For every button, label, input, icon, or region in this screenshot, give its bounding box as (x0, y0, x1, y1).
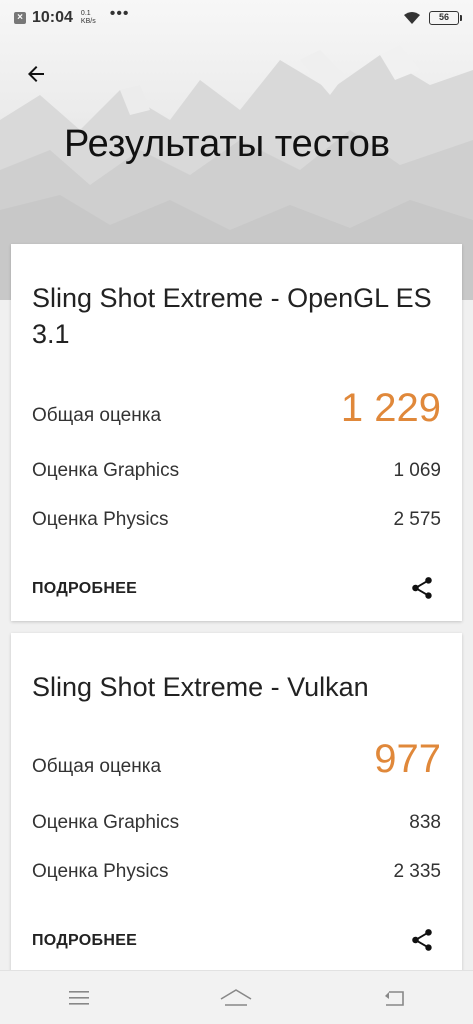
details-button[interactable]: ПОДРОБНЕЕ (32, 580, 137, 598)
physics-score-row: Оценка Physics 2 575 (32, 509, 441, 531)
back-button[interactable] (20, 58, 52, 90)
nav-home-button[interactable] (206, 976, 266, 1020)
total-score-value: 977 (374, 737, 441, 781)
graphics-score-label: Оценка Graphics (32, 460, 180, 481)
menu-icon (68, 990, 89, 1005)
battery-level: 56 (438, 12, 449, 22)
details-button[interactable]: ПОДРОБНЕЕ (32, 932, 137, 950)
physics-score-value: 2 335 (393, 861, 441, 882)
arrow-left-icon (28, 66, 44, 82)
total-score-label: Общая оценка (32, 756, 162, 777)
physics-score-label: Оценка Physics (32, 861, 169, 882)
page-title: Результаты тестов (64, 123, 391, 165)
total-score-value: 1 229 (340, 386, 441, 430)
share-icon (412, 577, 432, 599)
result-card: Sling Shot Extreme - Vulkan Общая оценка… (11, 633, 462, 973)
result-card: Sling Shot Extreme - OpenGL ES 3.1 Общая… (11, 244, 462, 621)
share-button[interactable] (408, 926, 436, 954)
graphics-score-value: 1 069 (393, 460, 441, 481)
nav-back-button[interactable] (364, 976, 424, 1020)
total-score-label: Общая оценка (32, 405, 162, 426)
physics-score-row: Оценка Physics 2 335 (32, 861, 441, 883)
network-speed: 0.1 KB/s (81, 10, 96, 26)
test-name: Sling Shot Extreme - Vulkan (32, 672, 369, 702)
physics-score-value: 2 575 (393, 509, 441, 530)
total-score-row: Общая оценка 1 229 (32, 386, 441, 431)
more-notifications-icon: ••• (109, 5, 130, 22)
physics-score-label: Оценка Physics (32, 509, 169, 530)
network-speed-value: 0.1 (80, 10, 91, 17)
back-icon (385, 990, 404, 1006)
nav-menu-button[interactable] (49, 976, 109, 1020)
system-navigation-bar (0, 970, 473, 1024)
network-speed-unit: KB/s (80, 18, 96, 25)
status-time: 10:04 (32, 9, 73, 26)
wifi-icon (404, 12, 420, 24)
graphics-score-row: Оценка Graphics 1 069 (32, 460, 441, 482)
share-icon (412, 929, 432, 951)
status-bar: × 10:04 0.1 KB/s ••• 56 (0, 0, 473, 36)
test-name: Sling Shot Extreme - OpenGL ES 3.1 (32, 283, 432, 349)
graphics-score-row: Оценка Graphics 838 (32, 812, 441, 834)
notification-icon: × (14, 12, 26, 24)
graphics-score-label: Оценка Graphics (32, 812, 180, 833)
graphics-score-value: 838 (409, 812, 441, 833)
total-score-row: Общая оценка 977 (32, 737, 441, 782)
share-button[interactable] (408, 574, 436, 602)
home-icon (221, 988, 252, 1006)
battery-icon: 56 (429, 11, 462, 25)
